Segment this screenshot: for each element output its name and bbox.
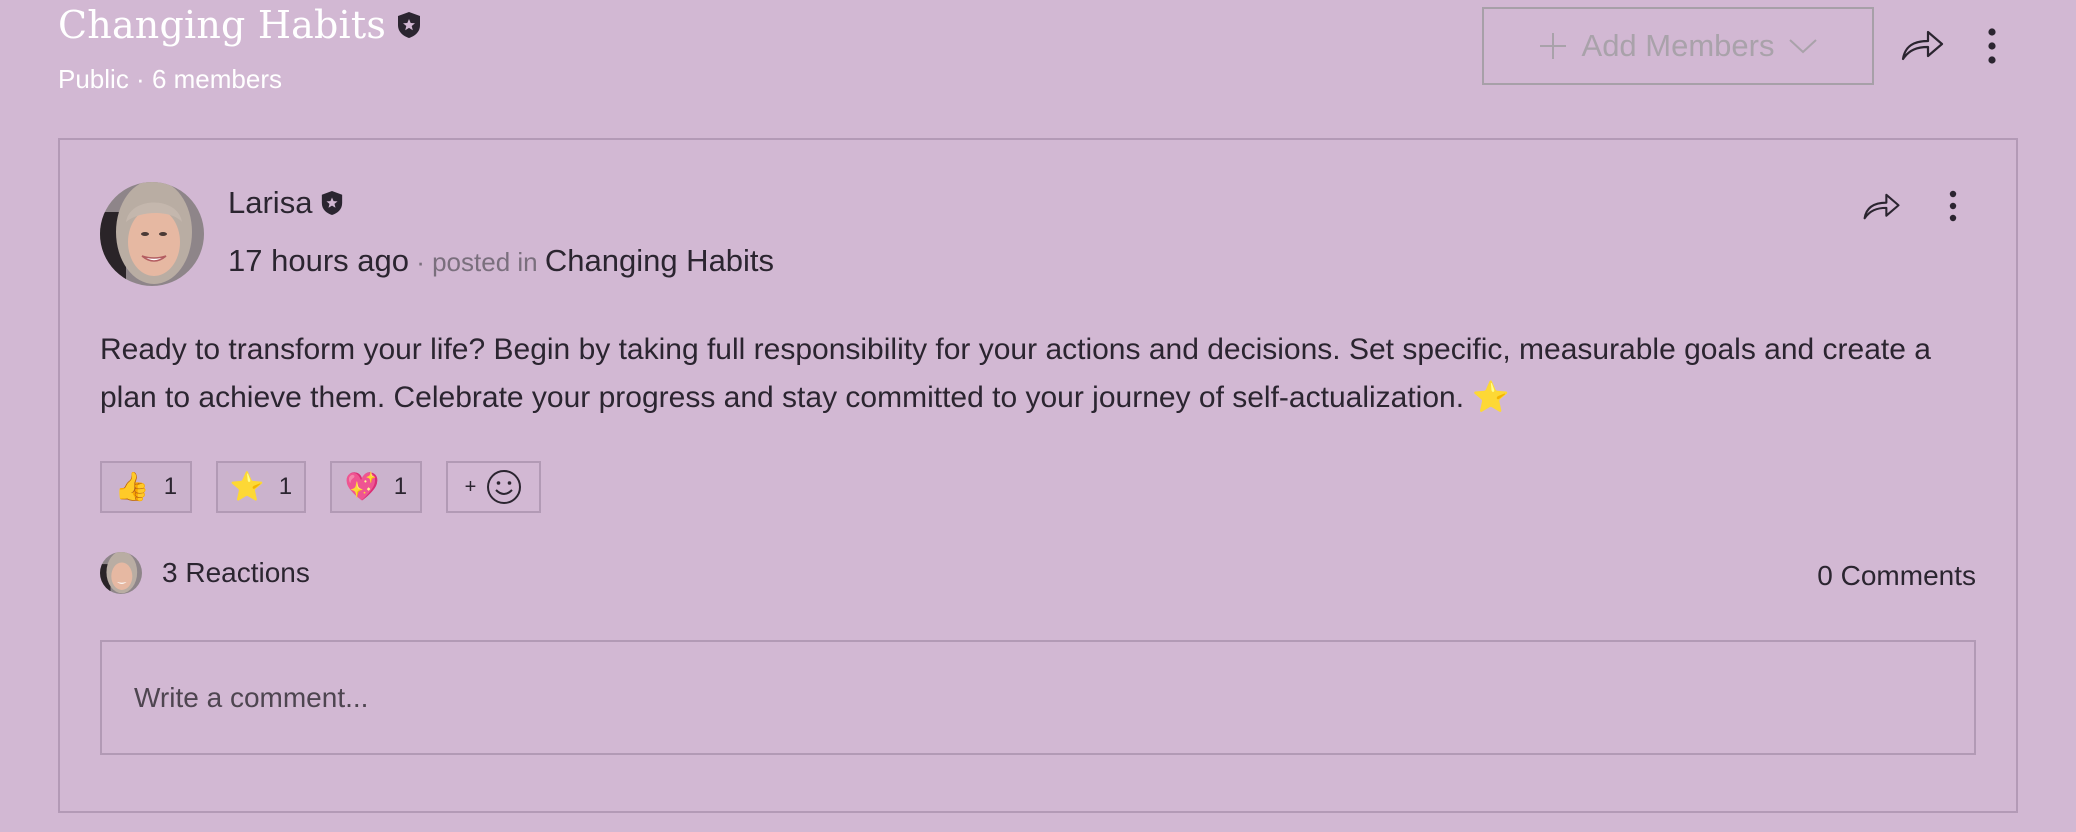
smiley-icon [486,469,522,505]
author-name[interactable]: Larisa [228,182,312,224]
comments-count[interactable]: 0 Comments [1817,556,1976,596]
post-more-options-button[interactable] [1947,190,1959,224]
post-body: Ready to transform your life? Begin by t… [100,333,1931,414]
reaction-count: 1 [393,473,408,500]
reactions-count-label: 3 Reactions [162,557,310,588]
admin-badge-icon [320,190,344,216]
reaction-thumbs-up[interactable]: 👍 1 [100,461,192,513]
post-meta: 17 hours ago · posted in Changing Habits [228,240,774,283]
author-avatar[interactable] [100,182,204,286]
sparkling-heart-icon: 💖 [344,471,380,502]
reactions-summary[interactable]: 3 Reactions [100,552,310,594]
avatar-photo [100,182,204,286]
group-more-options-button[interactable] [1985,27,1999,65]
vertical-ellipsis-icon [1949,190,1957,222]
vertical-ellipsis-icon [1988,28,1996,64]
add-members-label: Add Members [1581,28,1775,63]
posted-in-label: · posted in [408,247,545,277]
share-post-button[interactable] [1862,190,1902,224]
reaction-count: 1 [278,473,293,500]
plus-label: + [464,475,477,498]
group-member-count[interactable]: 6 members [152,64,282,94]
reaction-count: 1 [163,473,178,500]
group-title: Changing Habits [58,0,422,50]
plus-icon [1538,31,1568,61]
group-title-text: Changing Habits [58,3,387,47]
group-subtitle: Public · 6 members [58,62,282,96]
group-privacy: Public [58,64,129,94]
post-author: Larisa [228,182,344,224]
comment-input[interactable] [100,640,1976,755]
add-members-button[interactable]: Add Members [1482,7,1874,85]
share-arrow-icon [1901,30,1944,61]
chevron-down-icon [1788,37,1818,55]
separator: · [128,64,152,94]
reaction-sparkling-heart[interactable]: 💖 1 [330,461,422,513]
share-arrow-icon [1863,193,1900,220]
reactor-avatar [100,552,142,594]
admin-badge-icon [396,11,422,39]
post-time[interactable]: 17 hours ago [228,243,409,278]
group-link[interactable]: Changing Habits [545,243,774,278]
reaction-star[interactable]: ⭐ 1 [216,461,306,513]
share-group-button[interactable] [1900,28,1946,64]
thumbs-up-icon: 👍 [114,471,150,502]
star-icon: ⭐ [229,471,265,502]
reactions-bar: 👍 1 ⭐ 1 💖 1 + [100,461,541,513]
add-reaction-button[interactable]: + [446,461,541,513]
